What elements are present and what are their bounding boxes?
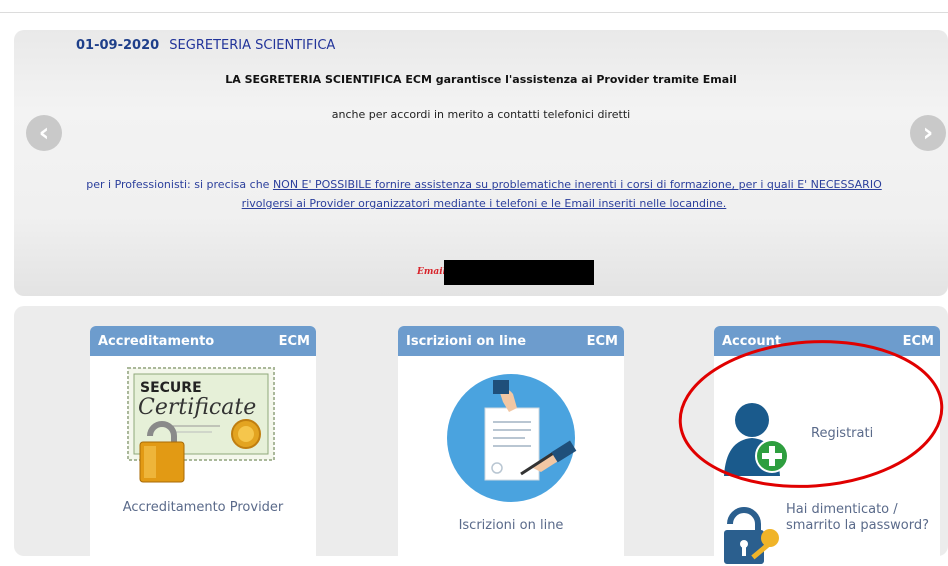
add-user-icon[interactable] [722,398,792,478]
redacted-email [444,259,595,285]
accreditamento-provider-link[interactable]: Accreditamento Provider [90,500,316,515]
slider-prev-button[interactable]: ‹ [26,115,62,151]
slider-next-button[interactable]: › [910,115,946,151]
card-title: Iscrizioni on line [406,333,527,349]
news-line-3-link[interactable]: NON E' POSSIBILE fornire assistenza su p… [242,178,882,210]
cert-word-text: Certificate [138,395,256,420]
card-badge: ECM [586,333,618,349]
card-title: Accreditamento [98,333,215,349]
card-header: Accreditamento ECM [90,326,316,356]
forgot-password-link[interactable]: Hai dimenticato / smarrito la password? [786,502,936,534]
news-line-3: per i Professionisti: si precisa che NON… [74,175,894,213]
card-badge: ECM [278,333,310,349]
email-label: Email [417,267,447,277]
key-lock-icon[interactable] [720,498,784,566]
card-title: Account [722,333,782,349]
card-accreditamento: Accreditamento ECM SECURE Certificate Ac… [90,326,316,566]
news-slider: 01-09-2020 SEGRETERIA SCIENTIFICA LA SEG… [14,30,948,296]
services-panel: Accreditamento ECM SECURE Certificate Ac… [14,306,948,566]
cert-secure-text: SECURE [140,380,202,396]
card-iscrizioni: Iscrizioni on line ECM Iscrizioni on lin… [398,326,624,566]
top-divider [0,0,948,13]
news-line-3-intro: per i Professionisti: si precisa che [86,178,273,191]
iscrizioni-on-line-link[interactable]: Iscrizioni on line [398,518,624,533]
chevron-right-icon: › [922,118,934,148]
news-title: SEGRETERIA SCIENTIFICA [169,38,336,53]
registrati-link[interactable]: Registrati [811,426,873,441]
card-header: Account ECM [714,326,940,356]
chevron-left-icon: ‹ [38,118,50,148]
certificate-icon[interactable]: SECURE Certificate [120,362,280,486]
email-row: Email [417,259,595,285]
news-date: 01-09-2020 [76,38,160,53]
card-badge: ECM [902,333,934,349]
card-account: Account ECM Registrati Hai dimenticato /… [714,326,940,566]
news-line-1: LA SEGRETERIA SCIENTIFICA ECM garantisce… [225,73,737,86]
news-heading: 01-09-2020 SEGRETERIA SCIENTIFICA [76,38,335,53]
card-header: Iscrizioni on line ECM [398,326,624,356]
news-line-2: anche per accordi in merito a contatti t… [331,108,631,121]
signing-document-icon[interactable] [443,370,579,506]
